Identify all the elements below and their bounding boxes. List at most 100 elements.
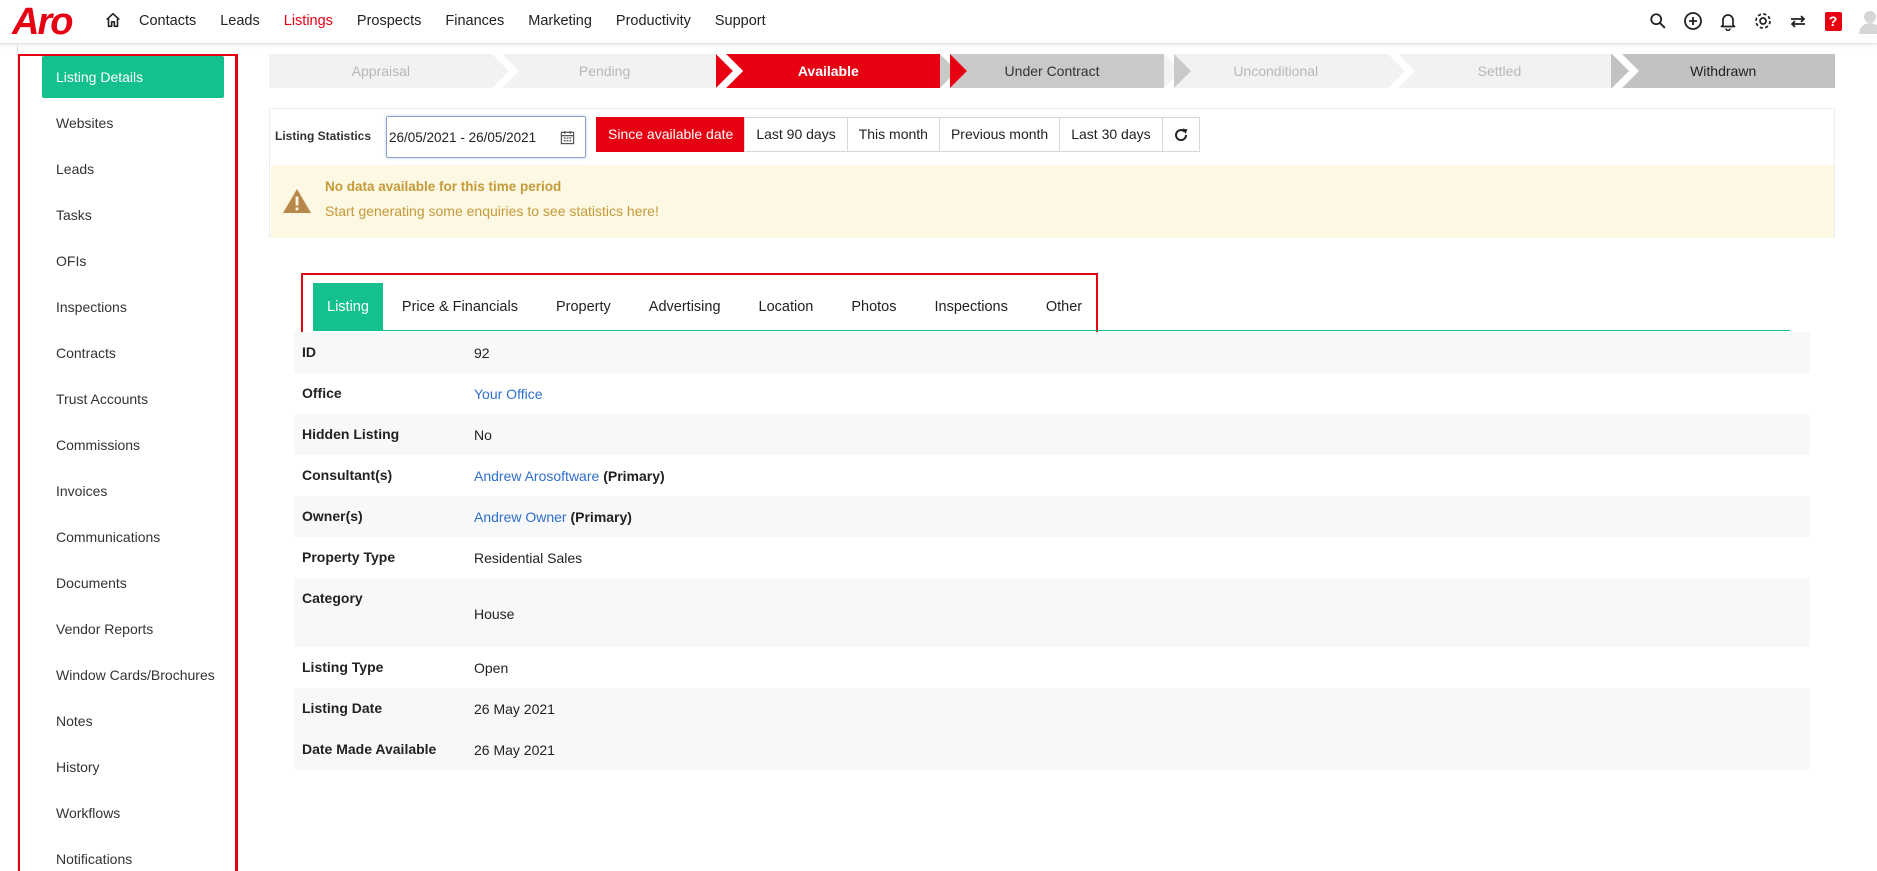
row-label: Category [302, 590, 363, 606]
bell-icon[interactable] [1718, 11, 1738, 31]
sidebar-item-ofis[interactable]: OFIs [42, 240, 224, 282]
row-value: Andrew Owner (Primary) [474, 509, 632, 525]
table-row: Listing Date 26 May 2021 [294, 688, 1810, 729]
row-value: 26 May 2021 [474, 701, 555, 717]
warning-text: Start generating some enquiries to see s… [325, 203, 659, 219]
primary-tag: (Primary) [570, 509, 632, 525]
warning-title: No data available for this time period [325, 179, 562, 194]
nav-productivity[interactable]: Productivity [616, 13, 691, 29]
sidebar-item-leads[interactable]: Leads [42, 148, 224, 190]
sidebar-item-documents[interactable]: Documents [42, 562, 224, 604]
tab-photos[interactable]: Photos [832, 283, 915, 331]
sidebar-item-notifications[interactable]: Notifications [42, 838, 224, 871]
calendar-icon[interactable] [560, 130, 575, 145]
since-available-date-button[interactable]: Since available date [596, 117, 746, 152]
main-nav: Contacts Leads Listings Prospects Financ… [139, 0, 790, 42]
sidebar-item-trust-accounts[interactable]: Trust Accounts [42, 378, 224, 420]
row-label: ID [302, 344, 316, 360]
row-label: Property Type [302, 549, 396, 565]
row-value: No [474, 427, 492, 443]
nav-listings[interactable]: Listings [284, 13, 333, 29]
nav-contacts[interactable]: Contacts [139, 13, 196, 29]
tab-other[interactable]: Other [1027, 283, 1101, 331]
tab-price-financials[interactable]: Price & Financials [383, 283, 537, 331]
row-label: Consultant(s) [302, 467, 393, 483]
top-icon-bar: ? [1633, 0, 1877, 42]
tab-listing[interactable]: Listing [313, 283, 383, 331]
table-row: Consultant(s) Andrew Arosoftware (Primar… [294, 455, 1810, 496]
sidebar-item-communications[interactable]: Communications [42, 516, 224, 558]
tab-advertising[interactable]: Advertising [630, 283, 740, 331]
table-row: Office Your Office [294, 373, 1810, 414]
sidebar-item-contracts[interactable]: Contracts [42, 332, 224, 374]
no-data-warning: No data available for this time period S… [271, 165, 1834, 238]
home-icon[interactable] [104, 11, 122, 29]
avatar-icon[interactable] [1857, 8, 1877, 34]
help-icon[interactable]: ? [1823, 11, 1843, 31]
row-value: 92 [474, 345, 490, 361]
owner-link[interactable]: Andrew Owner [474, 509, 567, 525]
sidebar-nav: Listing Details Websites Leads Tasks OFI… [18, 54, 238, 871]
previous-month-button[interactable]: Previous month [938, 117, 1061, 152]
aro-logo[interactable]: Aro [12, 1, 73, 43]
row-value: Andrew Arosoftware (Primary) [474, 468, 665, 484]
row-label: Hidden Listing [302, 426, 400, 442]
last-90-days-button[interactable]: Last 90 days [744, 117, 848, 152]
consultant-link[interactable]: Andrew Arosoftware [474, 468, 599, 484]
primary-tag: (Primary) [603, 468, 665, 484]
swap-icon[interactable] [1788, 11, 1808, 31]
top-navbar: Aro Contacts Leads Listings Prospects Fi… [0, 0, 1877, 44]
sidebar-item-inspections[interactable]: Inspections [42, 286, 224, 328]
date-range-buttons: Since available date Last 90 days This m… [596, 117, 1200, 152]
row-label: Office [302, 385, 342, 401]
table-row: Hidden Listing No [294, 414, 1810, 455]
sidebar-item-websites[interactable]: Websites [42, 102, 224, 144]
row-value: 26 May 2021 [474, 742, 555, 758]
stats-label: Listing Statistics [275, 129, 372, 143]
listing-tabs: Listing Price & Financials Property Adve… [313, 283, 1101, 331]
this-month-button[interactable]: This month [846, 117, 940, 152]
sidebar-item-invoices[interactable]: Invoices [42, 470, 224, 512]
row-label: Date Made Available [302, 741, 437, 757]
sidebar-item-workflows[interactable]: Workflows [42, 792, 224, 834]
table-row: Date Made Available 26 May 2021 [294, 729, 1810, 770]
row-label: Listing Date [302, 700, 383, 716]
stage-arrows [492, 54, 1639, 88]
nav-marketing[interactable]: Marketing [528, 13, 592, 29]
nav-support[interactable]: Support [715, 13, 766, 29]
sidebar-item-window-cards[interactable]: Window Cards/Brochures [42, 654, 224, 696]
table-row: Category House [294, 578, 1810, 647]
date-range-input[interactable] [386, 116, 586, 158]
refresh-icon [1174, 128, 1188, 141]
table-row: Owner(s) Andrew Owner (Primary) [294, 496, 1810, 537]
nav-finances[interactable]: Finances [445, 13, 504, 29]
tab-inspections[interactable]: Inspections [916, 283, 1027, 331]
sidebar-item-tasks[interactable]: Tasks [42, 194, 224, 236]
add-circle-icon[interactable] [1683, 11, 1703, 31]
row-value: House [474, 606, 515, 622]
sidebar-item-notes[interactable]: Notes [42, 700, 224, 742]
refresh-button[interactable] [1161, 117, 1200, 152]
sidebar-item-listing-details[interactable]: Listing Details [42, 56, 224, 98]
search-icon[interactable] [1648, 11, 1668, 31]
row-label: Listing Type [302, 659, 384, 675]
table-row: Listing Type Open [294, 647, 1810, 688]
warning-icon [283, 189, 311, 213]
tab-underline [313, 330, 1790, 331]
row-label: Owner(s) [302, 508, 363, 524]
listing-detail-table: ID 92 Office Your Office Hidden Listing … [294, 332, 1810, 770]
tab-location[interactable]: Location [740, 283, 833, 331]
sidebar-item-commissions[interactable]: Commissions [42, 424, 224, 466]
gear-icon[interactable] [1753, 11, 1773, 31]
office-link[interactable]: Your Office [474, 386, 543, 402]
tab-property[interactable]: Property [537, 283, 630, 331]
table-row: ID 92 [294, 332, 1810, 373]
listing-statistics-panel: Listing Statistics Since available date … [269, 108, 1835, 238]
logo-text: Aro [12, 1, 73, 43]
nav-leads[interactable]: Leads [220, 13, 260, 29]
sidebar-item-history[interactable]: History [42, 746, 224, 788]
table-row: Property Type Residential Sales [294, 537, 1810, 578]
sidebar-item-vendor-reports[interactable]: Vendor Reports [42, 608, 224, 650]
last-30-days-button[interactable]: Last 30 days [1059, 117, 1163, 152]
nav-prospects[interactable]: Prospects [357, 13, 421, 29]
